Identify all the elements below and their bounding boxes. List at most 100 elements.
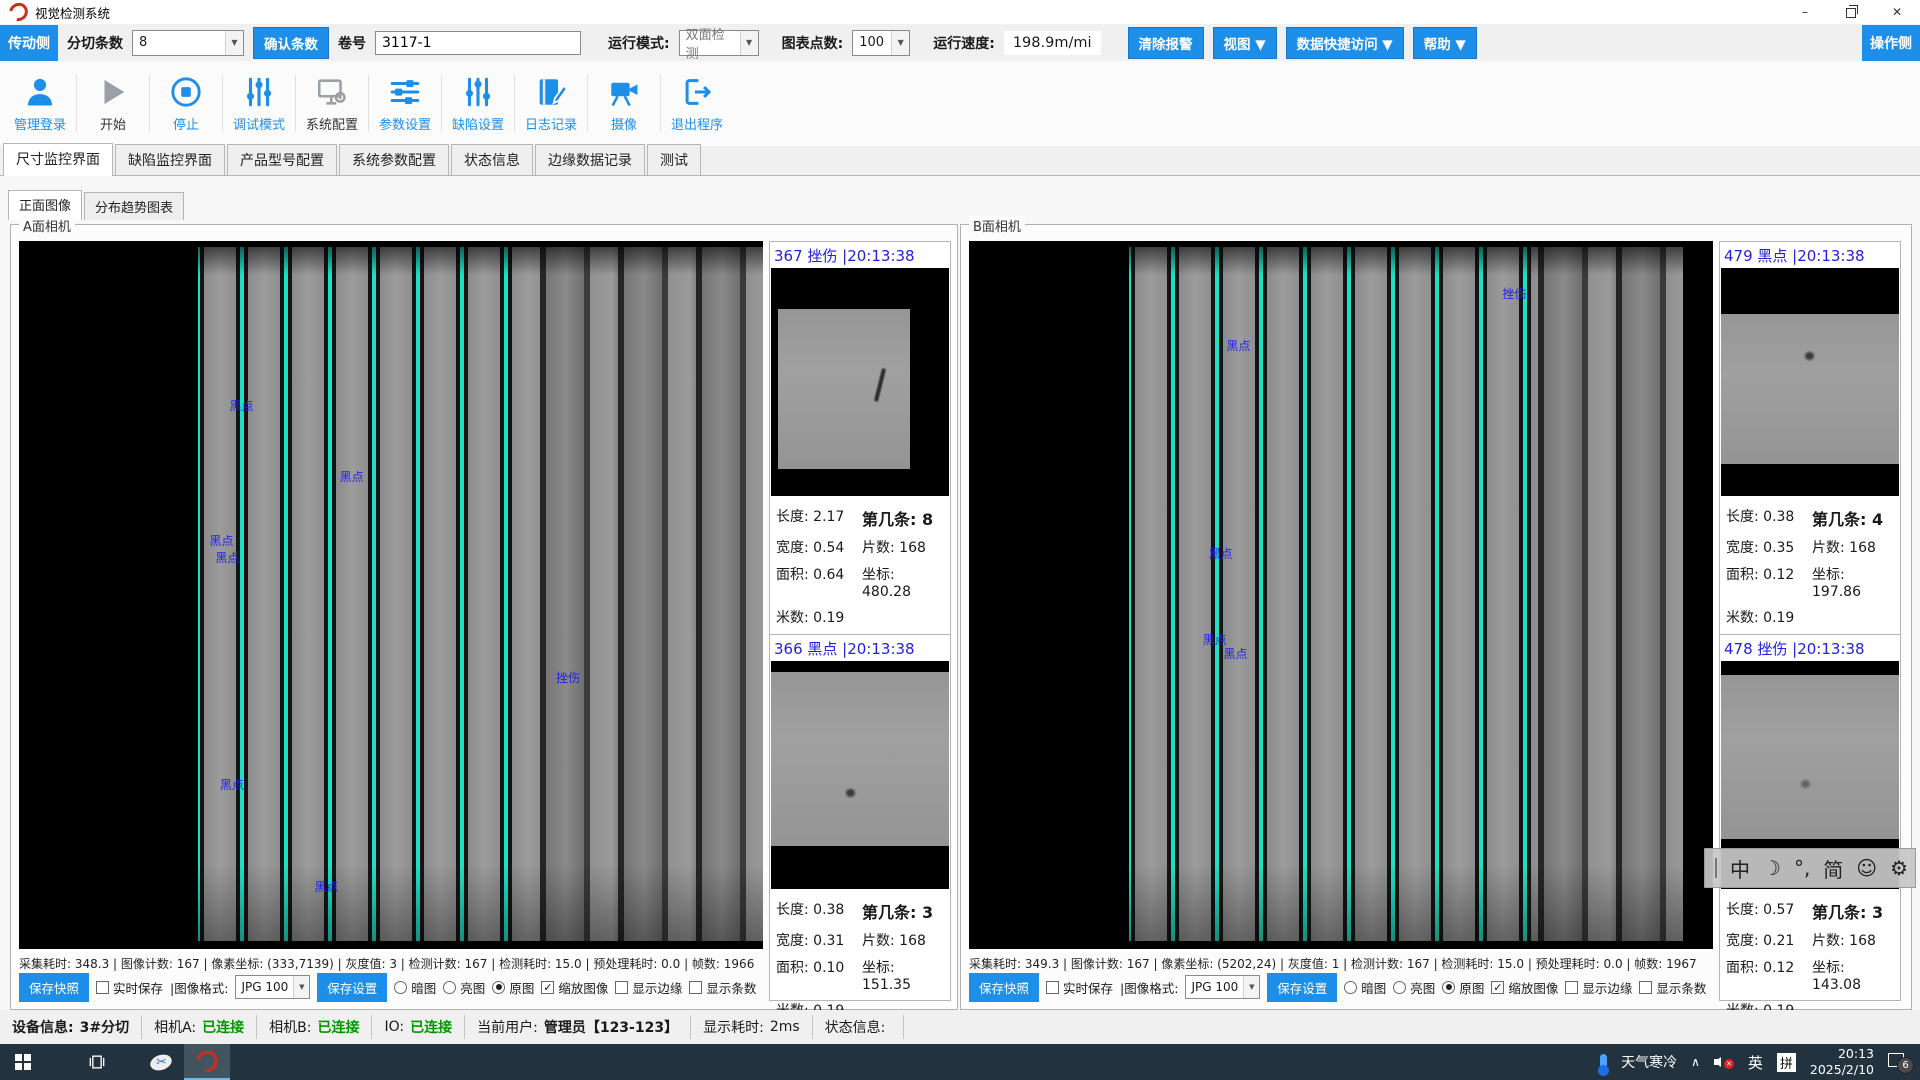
defect-detail-row: 宽度: 0.35片数: 168 [1726,533,1894,560]
toolbar-item-play[interactable]: 开始 [77,61,149,146]
display-option-checkbox[interactable]: 显示条数 [1639,978,1706,997]
operate-side-button[interactable]: 操作侧 [1862,25,1920,61]
tab-5[interactable]: 状态信息 [451,144,533,175]
defect-field: 长度: 0.38 [1726,506,1812,530]
toolbar-item-video-camera[interactable]: 摄像 [588,61,660,146]
minimize-button[interactable]: – [1782,0,1828,24]
checkbox-label: 显示条数 [1656,978,1706,997]
start-button[interactable] [0,1044,46,1080]
ime-language-indicator[interactable]: 英 [1748,1052,1763,1073]
defect-card[interactable]: 479 黑点 |20:13:38长度: 0.38第几条: 4宽度: 0.35片数… [1720,242,1900,634]
defect-thumbnail[interactable] [771,268,949,496]
help-menu-button[interactable]: 帮助 ▼ [1413,27,1477,59]
defect-card[interactable]: 366 黑点 |20:13:38长度: 0.38第几条: 3宽度: 0.31片数… [770,634,950,1027]
tab-6[interactable]: 边缘数据记录 [535,144,645,175]
vision-app-icon [192,1046,222,1076]
tray-expand-chevron[interactable]: ∧ [1691,1055,1700,1069]
image-format-select[interactable]: JPG 100▼ [235,975,310,999]
sub-tab-2[interactable]: 分布趋势图表 [84,192,184,220]
tab-4[interactable]: 系统参数配置 [339,144,449,175]
display-option-checkbox[interactable]: 显示边缘 [615,978,682,997]
clock[interactable]: 20:13 2025/2/10 [1810,1046,1874,1079]
display-option-checkbox[interactable]: 显示条数 [689,978,756,997]
defect-card[interactable]: 478 挫伤 |20:13:38长度: 0.57第几条: 3宽度: 0.21片数… [1720,634,1900,1027]
tab-3[interactable]: 产品型号配置 [227,144,337,175]
tab-2[interactable]: 缺陷监控界面 [115,144,225,175]
ime-mode-indicator[interactable]: 拼 [1777,1053,1796,1072]
display-mode-radio[interactable]: 暗图 [394,978,436,997]
defect-field: 长度: 2.17 [776,506,862,530]
chevron-down-icon: ▼ [740,31,758,55]
segment-value: 3#分切 [80,1017,129,1037]
save-settings-button[interactable]: 保存设置 [1267,973,1337,1002]
toolbar-item-label: 停止 [173,114,199,133]
tab-1[interactable]: 尺寸监控界面 [3,143,113,176]
device-info-segment: IO:已连接 [372,1015,465,1039]
weather-text[interactable]: 天气寒冷 [1621,1052,1677,1072]
drive-side-button[interactable]: 传动侧 [0,25,58,61]
thumbnail-material [1721,314,1899,464]
toolbar-item-user[interactable]: 管理登录 [4,61,76,146]
ime-item-2[interactable]: ☽ [1763,856,1781,880]
toolbar-item-sliders-h[interactable]: 参数设置 [369,61,441,146]
view-menu-button[interactable]: 视图 ▼ [1213,27,1277,59]
display-mode-radio[interactable]: 亮图 [1393,978,1435,997]
ime-item-4[interactable]: 简 [1823,854,1843,883]
toolbar-item-journal[interactable]: 日志记录 [515,61,587,146]
realtime-save-checkbox[interactable]: 实时保存 [1046,978,1113,997]
display-mode-radio[interactable]: 原图 [1442,978,1484,997]
data-quick-access-menu-button[interactable]: 数据快捷访问 ▼ [1286,27,1404,59]
display-option-checkbox[interactable]: ✓缩放图像 [1491,978,1558,997]
defect-annotation: 黑点 [209,532,233,549]
image-format-select[interactable]: JPG 100▼ [1185,975,1260,999]
clear-alarm-button[interactable]: 清除报警 [1128,27,1204,59]
defect-field: 片数: 168 [862,537,944,557]
display-option-checkbox[interactable]: 显示边缘 [1565,978,1632,997]
radio-label: 暗图 [411,978,436,997]
ime-item-3[interactable]: °, [1794,856,1810,880]
defect-thumbnail[interactable] [1721,268,1899,496]
ime-item-5[interactable]: ☺ [1856,856,1877,880]
confirm-count-button[interactable]: 确认条数 [253,27,329,59]
ime-drag-handle[interactable] [1715,858,1717,878]
save-settings-button[interactable]: 保存设置 [317,973,387,1002]
volume-muted-icon[interactable]: ✕ [1714,1054,1734,1070]
restore-button[interactable] [1828,0,1874,24]
defect-card[interactable]: 367 挫伤 |20:13:38长度: 2.17第几条: 8宽度: 0.54片数… [770,242,950,634]
toolbar-item-exit[interactable]: 退出程序 [661,61,733,146]
ime-item-1[interactable]: 中 [1730,854,1750,883]
close-button[interactable]: ✕ [1874,0,1920,24]
notification-center-button[interactable]: 6 [1888,1053,1910,1071]
segment-label: 当前用户: [477,1017,538,1037]
segment-label: 设备信息: [12,1017,74,1037]
task-view-button[interactable] [74,1044,120,1080]
camera-panel-a: A面相机黑点黑点黑点黑点挫伤黑点黑点367 挫伤 |20:13:38长度: 2.… [10,224,958,1010]
display-mode-radio[interactable]: 亮图 [443,978,485,997]
defect-field: 米数: 0.19 [776,607,862,627]
realtime-save-checkbox[interactable]: 实时保存 [96,978,163,997]
toolbar-item-sliders-v[interactable]: 调试模式 [223,61,295,146]
display-mode-radio[interactable]: 暗图 [1344,978,1386,997]
toolbar-item-stop[interactable]: 停止 [150,61,222,146]
stop-icon [169,75,203,109]
defect-thumbnail[interactable] [771,661,949,889]
display-option-checkbox[interactable]: ✓缩放图像 [541,978,608,997]
snipping-tool-button[interactable]: ✂ [138,1044,184,1080]
camera-image[interactable]: 黑点黑点黑点黑点挫伤黑点黑点 [19,241,763,949]
slice-count-select[interactable]: 8 ▼ [132,30,244,56]
chart-points-select[interactable]: 100 ▼ [852,30,910,56]
toolbar-item-monitor-gear[interactable]: 系统配置 [296,61,368,146]
run-mode-select[interactable]: 双面检测 ▼ [679,30,759,56]
vision-app-taskbar-button[interactable] [184,1044,230,1080]
toolbar-item-sliders-v2[interactable]: 缺陷设置 [442,61,514,146]
save-snapshot-button[interactable]: 保存快照 [19,973,89,1002]
tab-7[interactable]: 测试 [647,144,701,175]
ime-item-6[interactable]: ⚙ [1890,856,1908,880]
display-mode-radio[interactable]: 原图 [492,978,534,997]
save-snapshot-button[interactable]: 保存快照 [969,973,1039,1002]
titlebar: 视觉检测系统 – ✕ [0,0,1920,24]
camera-image[interactable]: 挫伤黑点黑点黑点黑点 [969,241,1713,949]
roll-number-input[interactable] [375,31,581,55]
device-info-segment: 相机A:已连接 [142,1015,257,1039]
date-text: 2025/2/10 [1810,1062,1874,1078]
